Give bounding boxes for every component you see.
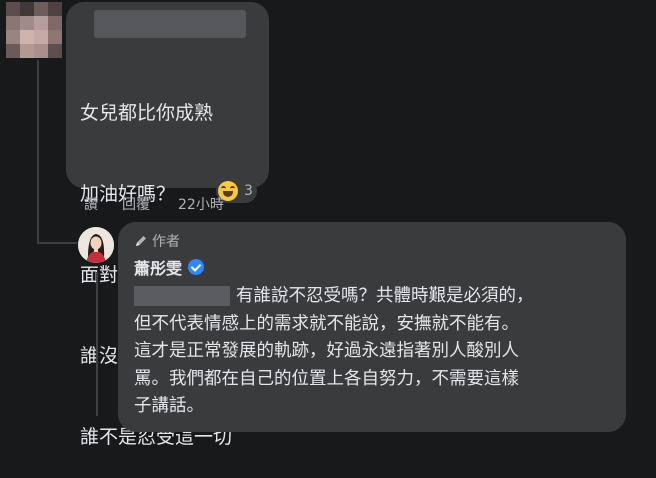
reply-link[interactable]: 回覆 [122, 194, 178, 214]
commenter-avatar[interactable] [6, 2, 62, 58]
pencil-icon [136, 236, 146, 246]
comment-actions: 讚 回覆 22小時 [84, 194, 224, 214]
author-name-link[interactable]: 蕭彤雯 [134, 255, 182, 279]
commenter-name-redacted[interactable] [94, 10, 246, 38]
timestamp[interactable]: 22小時 [178, 194, 224, 214]
reply-line: 有誰說不忍受嗎？共體時艱是必須的， [236, 286, 534, 306]
verified-badge-icon [188, 259, 205, 275]
reply-line: 這才是正常發展的軌跡，好過永遠指著別人酸別人 [134, 341, 519, 361]
like-link[interactable]: 讚 [84, 194, 122, 214]
author-tag-label: 作者 [152, 234, 180, 250]
reaction-count: 3 [244, 183, 253, 199]
author-name: 蕭彤雯 [134, 255, 205, 279]
reply-text: 有誰說不忍受嗎？共體時艱是必須的， 但不代表情感上的需求就不能說，安撫就不能有。… [134, 283, 584, 421]
thread-line [37, 60, 39, 244]
comment-line: 女兒都比你成熟 [80, 102, 214, 124]
thread-line [37, 242, 77, 244]
thread-line [96, 272, 98, 416]
reply-line: 罵。我們都在自己的位置上各自努力，不需要這樣 [134, 368, 519, 389]
author-badge: 作者 [134, 231, 180, 251]
author-avatar[interactable] [78, 227, 114, 263]
reply-line: 子講話。 [134, 396, 204, 416]
reply-line: 但不代表情感上的需求就不能說，安撫就不能有。 [134, 313, 519, 334]
